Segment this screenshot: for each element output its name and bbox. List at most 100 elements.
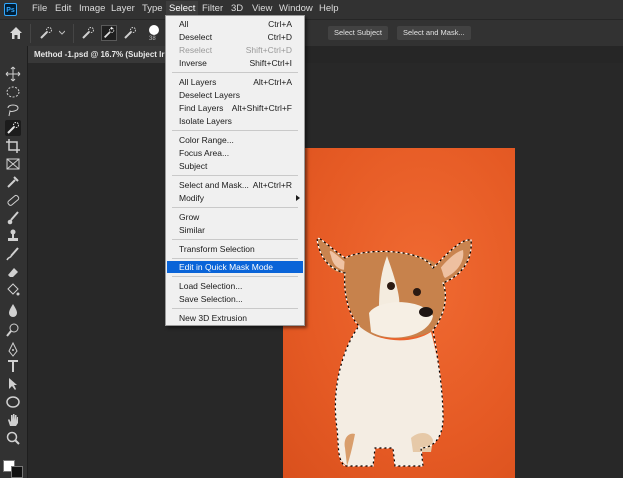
brush-size-preview-icon[interactable] <box>149 25 159 35</box>
menu-item-label: Find Layers <box>179 103 224 113</box>
frame-tool-icon[interactable] <box>5 156 21 172</box>
menu-image[interactable]: Image <box>79 3 105 14</box>
eraser-tool-icon[interactable] <box>5 264 21 280</box>
quick-selection-tool-icon[interactable] <box>5 120 21 136</box>
paint-bucket-tool-icon[interactable] <box>5 282 21 298</box>
history-brush-tool-icon[interactable] <box>5 246 21 262</box>
zoom-tool-icon[interactable] <box>5 430 21 446</box>
menu-item-shortcut: Shift+Ctrl+I <box>249 58 292 68</box>
menu-item-deselect[interactable]: Deselect Ctrl+D <box>167 31 303 43</box>
menu-filter[interactable]: Filter <box>202 3 223 14</box>
menu-item-shortcut: Ctrl+D <box>267 32 292 42</box>
dodge-tool-icon[interactable] <box>5 322 21 338</box>
menu-view[interactable]: View <box>252 3 272 14</box>
menu-item-label: All Layers <box>179 77 217 87</box>
marquee-tool-icon[interactable] <box>5 84 21 100</box>
menu-item-edit-in-quick-mask-mode[interactable]: Edit in Quick Mask Mode <box>167 261 303 273</box>
select-subject-button[interactable]: Select Subject <box>328 26 388 40</box>
brush-size-value: 38 <box>149 36 156 42</box>
healing-brush-tool-icon[interactable] <box>5 192 21 208</box>
menu-item-label: Deselect <box>179 32 213 42</box>
home-icon[interactable] <box>9 26 23 40</box>
ellipse-tool-icon[interactable] <box>5 394 21 410</box>
menu-item-label: Edit in Quick Mask Mode <box>179 262 274 272</box>
menu-item-focus-area[interactable]: Focus Area... <box>167 147 303 159</box>
menu-layer[interactable]: Layer <box>111 3 135 14</box>
menu-item-save-selection[interactable]: Save Selection... <box>167 293 303 305</box>
menu-window[interactable]: Window <box>279 3 313 14</box>
new-selection-brush-icon[interactable] <box>80 25 96 41</box>
menu-item-label: New 3D Extrusion <box>179 313 248 323</box>
menu-item-find-layers[interactable]: Find Layers Alt+Shift+Ctrl+F <box>167 102 303 114</box>
menu-bar: Ps File Edit Image Layer Type Select Fil… <box>0 0 623 19</box>
crop-tool-icon[interactable] <box>5 138 21 154</box>
eyedropper-tool-icon[interactable] <box>5 174 21 190</box>
menu-item-label: Save Selection... <box>179 294 243 304</box>
separator <box>73 24 74 43</box>
menu-item-select-and-mask[interactable]: Select and Mask... Alt+Ctrl+R <box>167 179 303 191</box>
options-bar: 38 Select Subject Select and Mask... <box>0 19 623 48</box>
quick-selection-preset-icon[interactable] <box>38 25 54 41</box>
menu-separator <box>172 72 298 73</box>
menu-separator <box>172 207 298 208</box>
menu-separator <box>172 239 298 240</box>
menu-separator <box>172 130 298 131</box>
pen-tool-icon[interactable] <box>5 341 21 358</box>
document-canvas[interactable] <box>283 148 515 478</box>
menu-item-reselect[interactable]: Reselect Shift+Ctrl+D <box>167 44 303 56</box>
path-selection-tool-icon[interactable] <box>5 376 21 392</box>
menu-help[interactable]: Help <box>319 3 339 14</box>
menu-item-label: Transform Selection <box>179 244 255 254</box>
select-menu-dropdown: All Ctrl+A Deselect Ctrl+D Reselect Shif… <box>165 15 305 326</box>
move-tool-icon[interactable] <box>5 66 21 82</box>
subtract-from-selection-brush-icon[interactable] <box>122 25 138 41</box>
menu-item-label: Load Selection... <box>179 281 243 291</box>
menu-item-shortcut: Alt+Ctrl+R <box>252 180 292 190</box>
menu-item-isolate-layers[interactable]: Isolate Layers <box>167 115 303 127</box>
menu-item-label: Select and Mask... <box>179 180 249 190</box>
clone-stamp-tool-icon[interactable] <box>5 228 21 244</box>
blur-tool-icon[interactable] <box>5 302 21 318</box>
document-tab[interactable]: Method -1.psd @ 16.7% (Subject Ir <box>28 46 169 63</box>
menu-item-label: Subject <box>179 161 208 171</box>
menu-item-label: Isolate Layers <box>179 116 232 126</box>
lasso-tool-icon[interactable] <box>5 102 21 118</box>
corgi-puppy-image <box>316 237 472 467</box>
menu-item-all-layers[interactable]: All Layers Alt+Ctrl+A <box>167 76 303 88</box>
menu-type[interactable]: Type <box>142 3 163 14</box>
menu-item-all[interactable]: All Ctrl+A <box>167 18 303 30</box>
menu-item-subject[interactable]: Subject <box>167 160 303 172</box>
menu-item-shortcut: Shift+Ctrl+D <box>245 45 292 55</box>
menu-item-label: Similar <box>179 225 205 235</box>
menu-item-grow[interactable]: Grow <box>167 211 303 223</box>
menu-item-shortcut: Alt+Ctrl+A <box>253 77 292 87</box>
menu-item-similar[interactable]: Similar <box>167 224 303 236</box>
photoshop-logo-icon[interactable]: Ps <box>4 3 17 16</box>
type-tool-icon[interactable] <box>5 358 21 374</box>
menu-item-load-selection[interactable]: Load Selection... <box>167 280 303 292</box>
menu-item-modify[interactable]: Modify <box>167 192 303 204</box>
hand-tool-icon[interactable] <box>5 412 21 428</box>
add-to-selection-brush-icon[interactable] <box>101 25 117 41</box>
menu-separator <box>172 276 298 277</box>
menu-item-transform-selection[interactable]: Transform Selection <box>167 243 303 255</box>
menu-item-label: Color Range... <box>179 135 234 145</box>
chevron-down-icon[interactable] <box>59 30 65 36</box>
document-tab-bar: Method -1.psd @ 16.7% (Subject Ir <box>28 46 623 63</box>
menu-edit[interactable]: Edit <box>55 3 71 14</box>
menu-item-inverse[interactable]: Inverse Shift+Ctrl+I <box>167 57 303 69</box>
menu-separator <box>172 175 298 176</box>
menu-separator <box>172 308 298 309</box>
menu-file[interactable]: File <box>32 3 47 14</box>
menu-item-shortcut: Alt+Shift+Ctrl+F <box>231 103 292 113</box>
menu-item-new-3d-extrusion[interactable]: New 3D Extrusion <box>167 312 303 324</box>
menu-3d[interactable]: 3D <box>231 3 243 14</box>
menu-item-color-range[interactable]: Color Range... <box>167 134 303 146</box>
menu-item-deselect-layers[interactable]: Deselect Layers <box>167 89 303 101</box>
menu-item-label: Focus Area... <box>179 148 230 158</box>
brush-tool-icon[interactable] <box>5 210 21 226</box>
menu-item-label: Reselect <box>179 45 213 55</box>
menu-select[interactable]: Select <box>166 1 199 16</box>
background-color-swatch[interactable] <box>11 466 23 478</box>
select-and-mask-button[interactable]: Select and Mask... <box>397 26 471 40</box>
